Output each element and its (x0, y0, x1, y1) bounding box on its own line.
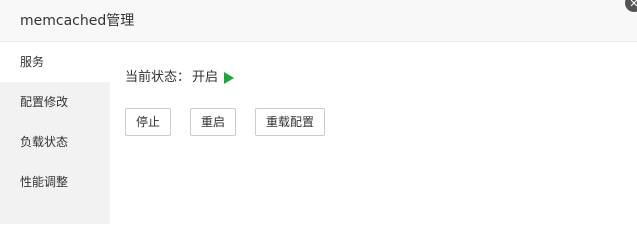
sidebar-item-config[interactable]: 配置修改 (0, 82, 110, 122)
service-status: 当前状态： 开启 (125, 70, 235, 86)
stop-button[interactable]: 停止 (125, 108, 171, 136)
sidebar-item-load-status[interactable]: 负载状态 (0, 122, 110, 162)
reload-config-button[interactable]: 重载配置 (255, 108, 325, 136)
sidebar-item-service[interactable]: 服务 (0, 42, 110, 82)
sidebar: 服务 配置修改 负载状态 性能调整 (0, 42, 110, 224)
memcached-dialog: memcached管理 ✕ 服务 配置修改 负载状态 性能调整 当前状态： 开启… (0, 0, 637, 224)
sidebar-item-performance[interactable]: 性能调整 (0, 162, 110, 202)
status-label: 当前状态： (125, 70, 191, 85)
dialog-title: memcached管理 (20, 13, 135, 29)
close-icon: ✕ (629, 0, 637, 10)
status-value: 开启 (192, 70, 219, 85)
restart-button[interactable]: 重启 (190, 108, 236, 136)
play-icon (224, 72, 235, 84)
dialog-titlebar: memcached管理 (0, 0, 637, 42)
service-panel: 当前状态： 开启 停止 重启 重载配置 (110, 42, 637, 224)
